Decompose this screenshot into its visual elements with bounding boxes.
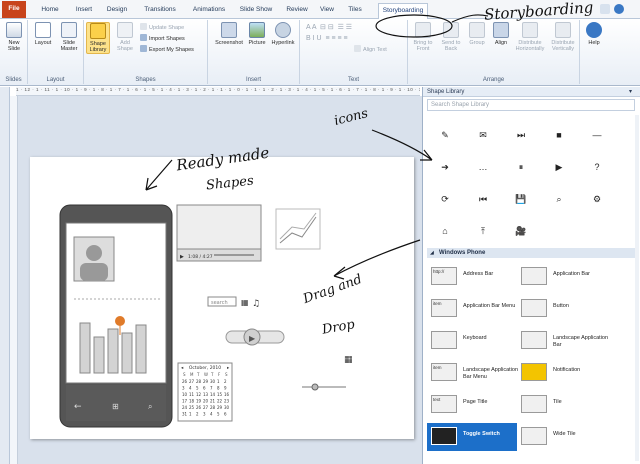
drag-drop-arrow [333,239,421,280]
storyboarding-circle [375,14,453,38]
icons-arrow [371,129,433,161]
ready-made-arrow [145,159,173,191]
storyboarding-link-stroke [451,14,489,23]
annotation-strokes [145,14,489,280]
